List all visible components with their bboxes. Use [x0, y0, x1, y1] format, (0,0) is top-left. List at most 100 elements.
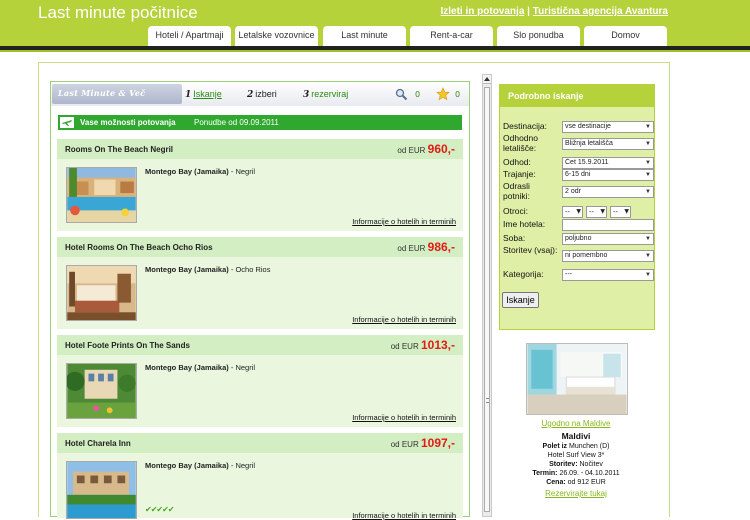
link-izleti[interactable]: Izleti in potovanja — [440, 6, 524, 17]
chevron-down-icon: ▼ — [600, 208, 605, 215]
scroll-grip — [486, 398, 489, 403]
step-number: 3 — [303, 90, 310, 100]
magnifier-icon[interactable] — [395, 88, 408, 101]
star-icon[interactable] — [436, 87, 450, 101]
hotel-info-link[interactable]: Informacije o hotelih in terminih — [352, 413, 456, 422]
scroll-up-arrow[interactable] — [483, 75, 491, 84]
results-scrollbar[interactable] — [482, 74, 492, 517]
reserve-link[interactable]: Rezervirajte tukaj — [510, 489, 642, 498]
hotel-photo[interactable] — [66, 461, 137, 519]
select-value: ni pomembno — [565, 252, 608, 259]
destinacija-select[interactable]: vse destinacije ▼ — [562, 121, 654, 133]
detailed-search-panel: Podrobno iskanje Destinacija: vse destin… — [499, 84, 655, 330]
search-panel-title: Podrobno iskanje — [500, 85, 654, 107]
options-title: Vase možnosti potovanja — [80, 118, 176, 127]
chevron-down-icon: ▼ — [645, 172, 651, 178]
chevron-down-icon: ▼ — [576, 208, 581, 215]
offer-card: Hotel Charela Inn od EUR 1097,- Montego … — [57, 433, 463, 520]
detail-label: Polet iz — [542, 443, 568, 450]
step-label: Iskanje — [193, 89, 222, 99]
promo-photo[interactable] — [526, 343, 628, 415]
location-city: - Ocho Rios — [228, 265, 271, 274]
hotel-photo[interactable] — [66, 265, 137, 321]
tab-letalske-vozovnice[interactable]: Letalske vozovnice — [235, 26, 318, 46]
step-iskanje[interactable]: 1 Iskanje — [185, 89, 222, 100]
offer-card: Hotel Foote Prints On The Sands od EUR 1… — [57, 335, 463, 427]
location-city: - Negril — [228, 363, 256, 372]
search-button[interactable]: Iskanje — [502, 292, 539, 308]
otroci-2-select[interactable]: -- ▼ — [586, 206, 607, 218]
hotel-info-link[interactable]: Informacije o hotelih in terminih — [352, 315, 456, 324]
detail-value: Hotel Surf View 3* — [547, 452, 605, 459]
hotel-info-link[interactable]: Informacije o hotelih in terminih — [352, 217, 456, 226]
tab-domov[interactable]: Domov — [584, 26, 667, 46]
hotel-photo[interactable] — [66, 363, 137, 419]
header-divider-green — [0, 50, 750, 52]
offer-header[interactable]: Rooms On The Beach Negril od EUR 960,- — [57, 139, 463, 159]
otroci-3-select[interactable]: -- ▼ — [610, 206, 631, 218]
location-region: Montego Bay (Jamaika) — [145, 167, 229, 176]
promo-detail: Termin: 26.09. - 04.10.2011 — [510, 470, 642, 478]
soba-select[interactable]: poljubno ▼ — [562, 233, 654, 245]
scroll-thumb[interactable] — [484, 87, 490, 512]
kategorija-select[interactable]: --- ▼ — [562, 269, 654, 281]
chevron-down-icon: ▼ — [645, 236, 651, 242]
offer-title[interactable]: Rooms On The Beach Negril — [65, 145, 173, 154]
detail-value: od 912 EUR — [565, 479, 606, 486]
step-izberi[interactable]: 2 izberi — [247, 89, 277, 100]
offer-title[interactable]: Hotel Foote Prints On The Sands — [65, 341, 190, 350]
step-number: 1 — [185, 90, 192, 100]
chevron-down-icon: ▼ — [645, 272, 651, 278]
hotel-photo[interactable] — [66, 167, 137, 223]
offer-location: Montego Bay (Jamaika) - Ocho Rios — [145, 265, 270, 274]
hotel-name-input[interactable] — [562, 219, 654, 231]
field-label: Destinacija: — [503, 121, 547, 131]
step-rezerviraj[interactable]: 3 rezerviraj — [303, 89, 348, 100]
offer-title[interactable]: Hotel Charela Inn — [65, 439, 131, 448]
promo-detail: Cena: od 912 EUR — [510, 479, 642, 487]
options-date: Ponudbe od 09.09.2011 — [194, 118, 279, 127]
price-prefix: od EUR — [397, 146, 426, 155]
link-separator: | — [527, 6, 530, 17]
offer-header[interactable]: Hotel Rooms On The Beach Ocho Rios od EU… — [57, 237, 463, 257]
price-prefix: od EUR — [390, 342, 419, 351]
location-region: Montego Bay (Jamaika) — [145, 461, 229, 470]
site-title[interactable]: Last minute počitnice — [38, 3, 198, 23]
otroci-1-select[interactable]: -- ▼ — [562, 206, 583, 218]
chevron-up-icon — [484, 77, 490, 81]
hotel-info-link[interactable]: Informacije o hotelih in terminih — [352, 511, 456, 520]
promo-detail: Hotel Surf View 3* — [510, 452, 642, 460]
promo-destination: Maldivi — [561, 431, 591, 441]
odhod-select[interactable]: Čet 15.9.2011 ▼ — [562, 157, 654, 169]
field-label: Storitev (vsaj): — [503, 245, 558, 255]
tab-rent-a-car[interactable]: Rent-a-car — [410, 26, 493, 46]
offer-price: od EUR 1097,- — [391, 436, 455, 450]
odrasli-select[interactable]: 2 odr ▼ — [562, 186, 654, 198]
select-value: poljubno — [565, 235, 592, 242]
offer-header[interactable]: Hotel Charela Inn od EUR 1097,- — [57, 433, 463, 453]
field-label: Otroci: — [503, 206, 529, 216]
promo-detail: Polet iz Munchen (D) — [510, 443, 642, 451]
tab-last-minute[interactable]: Last minute — [323, 26, 406, 46]
link-agencija[interactable]: Turistična agencija Avantura — [533, 6, 668, 17]
offer-card: Rooms On The Beach Negril od EUR 960,- M… — [57, 139, 463, 231]
offer-title[interactable]: Hotel Rooms On The Beach Ocho Rios — [65, 243, 213, 252]
chevron-down-icon: ▼ — [624, 208, 629, 215]
promo-detail: Storitev: Nočitev — [510, 461, 642, 469]
offer-header[interactable]: Hotel Foote Prints On The Sands od EUR 1… — [57, 335, 463, 355]
top-links: Izleti in potovanja | Turistična agencij… — [440, 6, 668, 17]
letalisce-select[interactable]: Bližnja letališča ▼ — [562, 138, 654, 150]
tab-slo-ponudba[interactable]: Slo ponudba — [497, 26, 580, 46]
plane-icon — [60, 117, 74, 128]
select-value: 6-15 dni — [565, 171, 591, 178]
detail-value: Munchen (D) — [567, 443, 610, 450]
promo-link[interactable]: Ugodno na Maldive — [510, 419, 642, 428]
price-prefix: od EUR — [390, 440, 419, 449]
storitev-select[interactable]: ni pomembno ▼ — [562, 250, 654, 262]
field-label: Soba: — [503, 233, 526, 243]
field-label: Ime hotela: — [503, 219, 546, 229]
step-number: 2 — [247, 90, 254, 100]
trajanje-select[interactable]: 6-15 dni ▼ — [562, 169, 654, 181]
step-label: izberi — [255, 89, 277, 99]
tab-hoteli[interactable]: Hoteli / Apartmaji — [148, 26, 231, 46]
